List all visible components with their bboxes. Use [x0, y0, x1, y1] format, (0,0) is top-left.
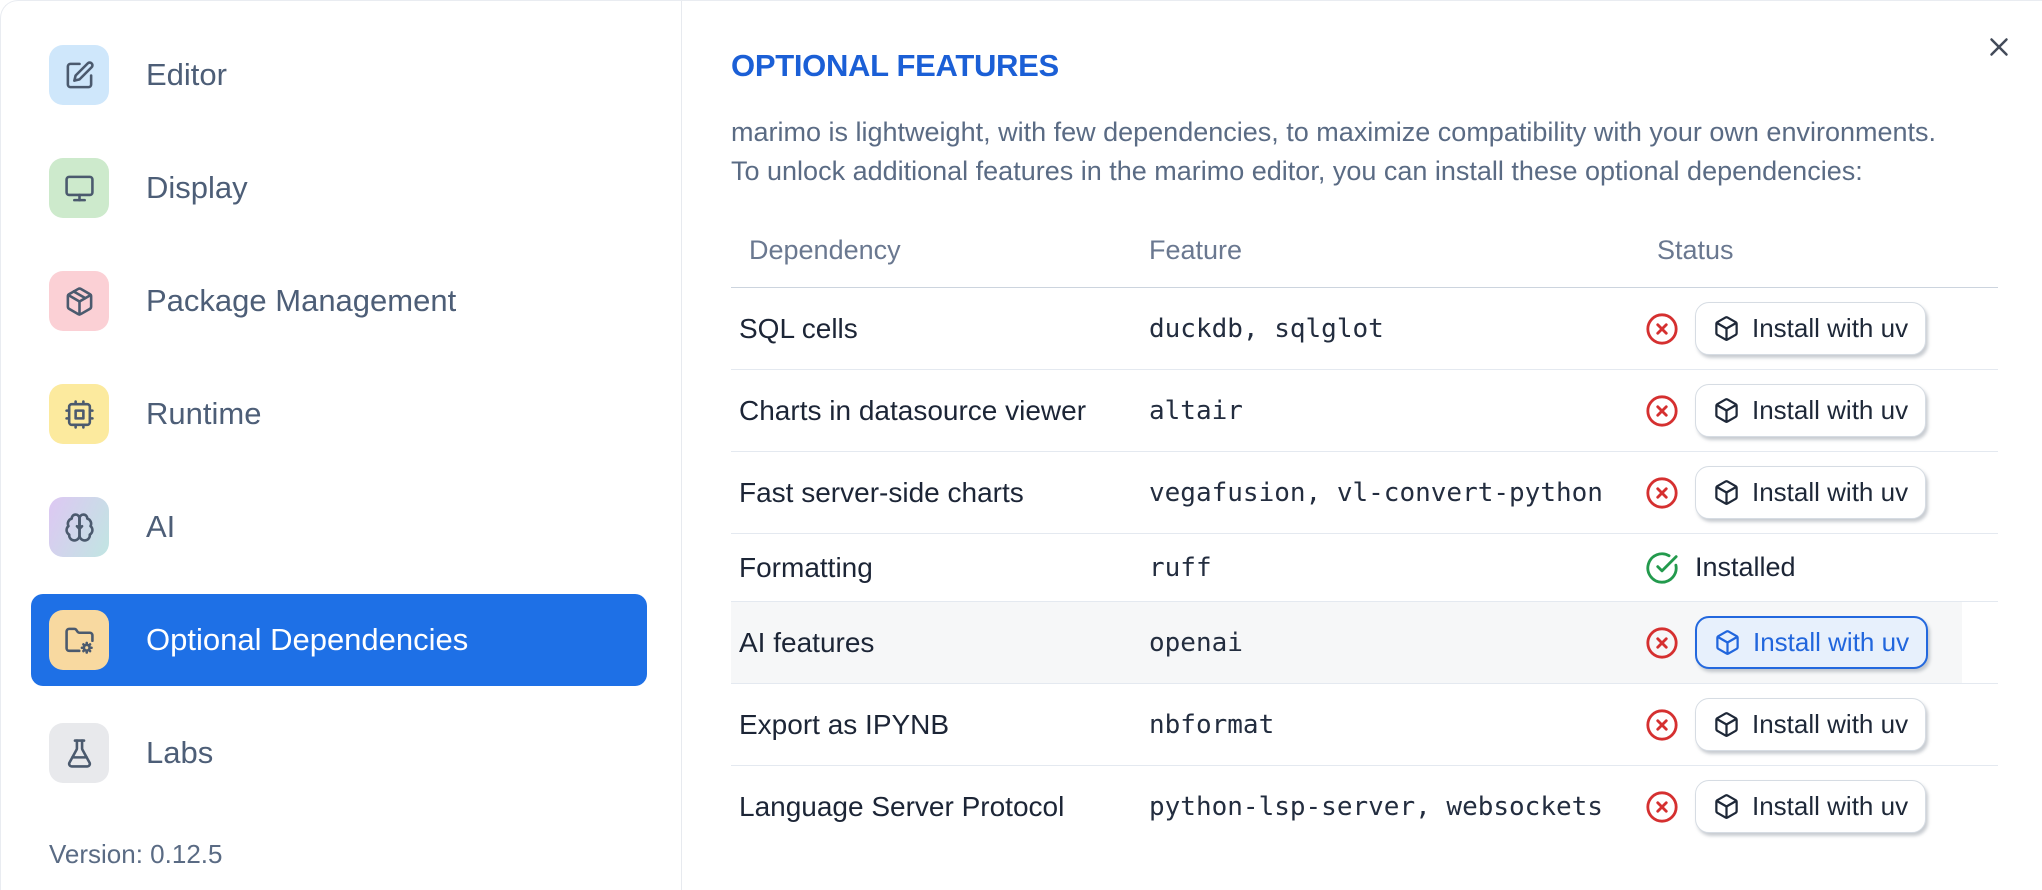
header-status: Status	[1657, 234, 1734, 265]
circle-x-icon	[1645, 708, 1679, 742]
square-pen-icon	[64, 60, 95, 91]
header-feature: Feature	[1149, 234, 1243, 265]
circle-x-icon	[1645, 790, 1679, 824]
sidebar-item[interactable]: Package Management	[31, 255, 647, 347]
install-with-uv-button[interactable]: Install with uv	[1695, 466, 1927, 519]
status-cell: Install with uv	[1645, 780, 1998, 833]
sidebar-item-icon-box	[49, 271, 109, 331]
panel-description-line1: marimo is lightweight, with few dependen…	[731, 117, 1937, 147]
sidebar-item-label: Labs	[146, 735, 214, 770]
dependency-cell: Fast server-side charts	[739, 476, 1024, 508]
dependency-cell: Language Server Protocol	[739, 790, 1065, 822]
circle-check-icon	[1645, 551, 1679, 585]
table-header-row: Dependency Feature Status	[731, 213, 1998, 288]
table-row: AI features openai Install with uv	[731, 601, 1998, 683]
table-row: Formatting ruff Installed	[731, 533, 1998, 601]
box-icon	[1713, 793, 1740, 820]
sidebar-item-icon-box	[49, 723, 109, 783]
install-button-label: Install with uv	[1753, 627, 1910, 657]
table-body: SQL cells duckdb, sqlglot Install with u…	[731, 288, 1998, 847]
install-button-label: Install with uv	[1752, 477, 1909, 507]
install-button-label: Install with uv	[1752, 791, 1909, 821]
dependency-cell: Formatting	[739, 551, 873, 583]
circle-x-icon	[1645, 626, 1679, 660]
panel-title: OPTIONAL FEATURES	[731, 48, 1059, 83]
settings-dialog: Editor Display Package Management Runtim…	[0, 0, 2042, 890]
circle-x-icon	[1645, 312, 1679, 346]
installed-status-label: Installed	[1695, 552, 1796, 582]
dependency-cell: Export as IPYNB	[739, 708, 950, 740]
circle-x-icon	[1645, 394, 1679, 428]
feature-cell: duckdb, sqlglot	[1149, 313, 1384, 344]
sidebar-item-icon-box	[49, 497, 109, 557]
install-with-uv-button[interactable]: Install with uv	[1695, 780, 1927, 833]
package-icon	[64, 286, 95, 317]
feature-cell: vegafusion, vl-convert-python	[1149, 477, 1603, 508]
install-button-label: Install with uv	[1752, 709, 1909, 739]
install-button-label: Install with uv	[1752, 313, 1909, 343]
sidebar-item-label: Display	[146, 170, 248, 205]
status-cell: Install with uv	[1645, 616, 1998, 669]
table-row: Language Server Protocol python-lsp-serv…	[731, 765, 1998, 847]
box-icon	[1713, 711, 1740, 738]
box-icon	[1713, 315, 1740, 342]
status-cell: Install with uv	[1645, 466, 1998, 519]
table-row: Charts in datasource viewer altair Insta…	[731, 369, 1998, 451]
panel-description-line2: To unlock additional features in the mar…	[731, 156, 1863, 186]
dependencies-table: Dependency Feature Status SQL cells duck…	[731, 213, 1998, 847]
sidebar-item-icon-box	[49, 158, 109, 218]
optional-features-panel: OPTIONAL FEATURES marimo is lightweight,…	[682, 1, 2042, 890]
feature-cell: python-lsp-server, websockets	[1149, 791, 1603, 822]
cpu-icon	[64, 399, 95, 430]
box-icon	[1713, 479, 1740, 506]
box-icon	[1714, 629, 1741, 656]
sidebar-item[interactable]: Runtime	[31, 368, 647, 460]
dependency-cell: Charts in datasource viewer	[739, 394, 1087, 426]
dependency-cell: SQL cells	[739, 312, 858, 344]
folder-cog-icon	[64, 625, 95, 656]
sidebar-item-label: AI	[146, 509, 176, 544]
close-button[interactable]	[1979, 27, 2019, 67]
feature-cell: nbformat	[1149, 709, 1275, 740]
circle-x-icon	[1645, 476, 1679, 510]
monitor-icon	[64, 173, 95, 204]
close-icon	[1984, 32, 2014, 62]
install-with-uv-button[interactable]: Install with uv	[1695, 302, 1927, 355]
settings-sidebar: Editor Display Package Management Runtim…	[1, 1, 682, 890]
sidebar-item-label: Runtime	[146, 396, 262, 431]
sidebar-item-icon-box	[49, 610, 109, 670]
sidebar-item-icon-box	[49, 45, 109, 105]
status-cell: Install with uv	[1645, 302, 1998, 355]
install-with-uv-button[interactable]: Install with uv	[1695, 384, 1927, 437]
dependency-cell: AI features	[739, 626, 875, 658]
table-row: Fast server-side charts vegafusion, vl-c…	[731, 451, 1998, 533]
sidebar-item-label: Optional Dependencies	[146, 622, 469, 657]
status-cell: Install with uv	[1645, 384, 1998, 437]
header-dependency: Dependency	[749, 234, 901, 265]
flask-icon	[64, 738, 95, 769]
sidebar-item-label: Editor	[146, 57, 227, 92]
install-with-uv-button[interactable]: Install with uv	[1695, 616, 1929, 669]
sidebar-item[interactable]: Display	[31, 142, 647, 234]
feature-cell: altair	[1149, 395, 1243, 426]
version-label: Version: 0.12.5	[49, 839, 223, 869]
sidebar-item[interactable]: Editor	[31, 29, 647, 121]
feature-cell: ruff	[1149, 552, 1212, 583]
sidebar-item-label: Package Management	[146, 283, 457, 318]
table-row: Export as IPYNB nbformat Install with uv	[731, 683, 1998, 765]
panel-description: marimo is lightweight, with few dependen…	[731, 113, 1936, 191]
status-cell: Install with uv	[1645, 698, 1998, 751]
sidebar-item[interactable]: Labs	[31, 707, 647, 799]
table-row: SQL cells duckdb, sqlglot Install with u…	[731, 288, 1998, 369]
install-button-label: Install with uv	[1752, 395, 1909, 425]
sidebar-item-icon-box	[49, 384, 109, 444]
sidebar-item-list: Editor Display Package Management Runtim…	[1, 29, 681, 799]
box-icon	[1713, 397, 1740, 424]
install-with-uv-button[interactable]: Install with uv	[1695, 698, 1927, 751]
feature-cell: openai	[1149, 627, 1243, 658]
status-cell: Installed	[1645, 551, 1998, 585]
sidebar-item[interactable]: AI	[31, 481, 647, 573]
brain-icon	[64, 512, 95, 543]
sidebar-item[interactable]: Optional Dependencies	[31, 594, 647, 686]
